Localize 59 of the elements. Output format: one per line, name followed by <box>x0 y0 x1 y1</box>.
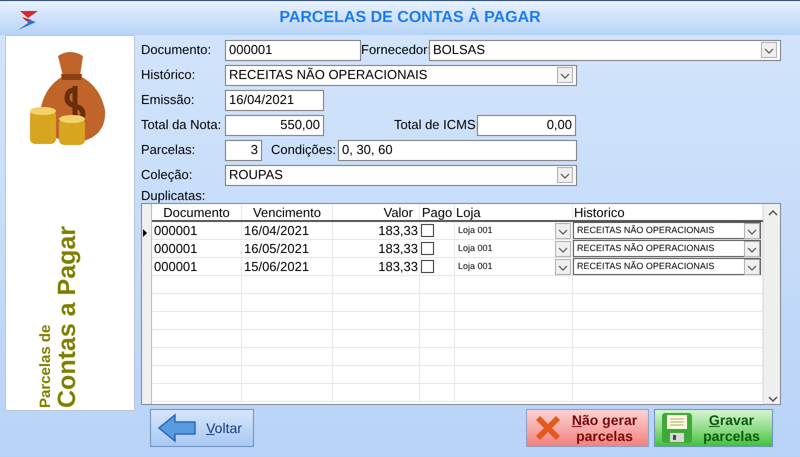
dropdown-chevron-icon[interactable] <box>555 258 571 274</box>
dropdown-chevron-icon[interactable] <box>744 258 760 274</box>
input-field[interactable]: 000001 <box>225 40 361 60</box>
column-header[interactable]: Valor <box>333 204 420 220</box>
field-label: Coleção: <box>141 166 194 184</box>
table-cell: 183,33 <box>333 240 420 257</box>
dropdown-field[interactable]: RECEITAS NÃO OPERACIONAIS <box>573 258 761 275</box>
dropdown-chevron-icon[interactable] <box>555 222 571 238</box>
cancel-button[interactable]: Não gerar parcelas <box>526 409 649 447</box>
dropdown-field[interactable]: ROUPAS <box>225 164 577 186</box>
save-button[interactable]: Gravar parcelas <box>654 409 773 447</box>
table-cell: 15/06/2021 <box>242 258 333 275</box>
field-label: Total de ICMS: <box>394 116 477 134</box>
table-cell: 000001 <box>152 222 242 239</box>
input-field[interactable]: 3 <box>225 140 262 160</box>
column-header[interactable]: Documento <box>152 204 242 220</box>
app-logo-icon <box>16 9 40 31</box>
field-label: Emissão: <box>141 91 196 110</box>
table-cell: 16/04/2021 <box>242 222 333 239</box>
input-field[interactable]: 0,00 <box>477 114 576 136</box>
column-header[interactable]: Pago <box>420 204 455 220</box>
dropdown-chevron-icon[interactable] <box>744 222 760 238</box>
checkbox[interactable] <box>421 242 434 255</box>
dropdown-chevron-icon[interactable] <box>555 240 571 256</box>
back-button[interactable]: Voltar <box>150 409 254 447</box>
field-label: Documento: <box>141 41 212 60</box>
field-label: Parcelas: <box>141 141 196 160</box>
table-cell: 000001 <box>152 240 242 257</box>
input-field[interactable]: 0, 30, 60 <box>338 140 577 160</box>
caption-small: Parcelas de <box>38 324 54 408</box>
field-label: Condições: <box>271 141 338 160</box>
dropdown-chevron-icon[interactable] <box>557 67 573 83</box>
dropdown-field[interactable]: BOLSAS <box>429 40 781 60</box>
checkbox[interactable] <box>421 260 434 273</box>
dropdown-field[interactable]: Loja 001 <box>455 222 571 239</box>
field-label: Total da Nota: <box>141 116 222 134</box>
table-cell: 183,33 <box>333 258 420 275</box>
duplicatas-label: Duplicatas: <box>141 189 206 203</box>
dropdown-field[interactable]: Loja 001 <box>455 240 571 257</box>
window-title: PARCELAS DE CONTAS À PAGAR <box>278 6 541 28</box>
arrow-left-icon <box>157 413 197 443</box>
dropdown-chevron-icon[interactable] <box>744 240 760 256</box>
table-cell: 183,33 <box>333 222 420 239</box>
dropdown-field[interactable]: RECEITAS NÃO OPERACIONAIS <box>573 240 761 257</box>
dropdown-chevron-icon[interactable] <box>557 167 573 183</box>
table-cell: 16/05/2021 <box>242 240 333 257</box>
dropdown-chevron-icon[interactable] <box>761 42 777 58</box>
checkbox[interactable] <box>421 224 434 237</box>
input-field[interactable]: 550,00 <box>225 114 324 136</box>
dropdown-field[interactable]: Loja 001 <box>455 258 571 275</box>
table-cell: 000001 <box>152 258 242 275</box>
dropdown-field[interactable]: RECEITAS NÃO OPERACIONAIS <box>573 222 761 239</box>
input-field[interactable]: 16/04/2021 <box>225 90 324 110</box>
field-label: Histórico: <box>141 66 196 84</box>
column-header[interactable]: Loja <box>455 204 573 220</box>
field-label: Fornecedor: <box>361 41 429 60</box>
caption-large: Contas a Pagar <box>54 224 80 408</box>
dropdown-field[interactable]: RECEITAS NÃO OPERACIONAIS <box>225 64 577 86</box>
column-header[interactable]: Vencimento <box>242 204 333 220</box>
